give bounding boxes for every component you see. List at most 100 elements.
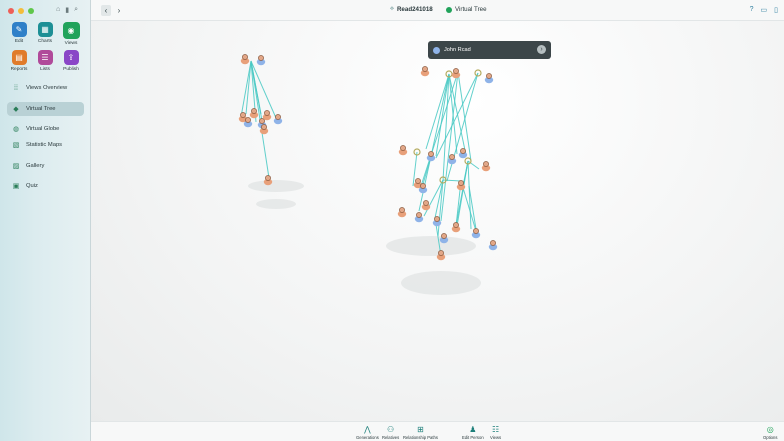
toolbar-right: ? ▭ ▯ xyxy=(750,6,778,14)
person-head-icon xyxy=(245,117,251,123)
chevron-right-icon[interactable]: › xyxy=(537,45,546,54)
help-icon[interactable]: ? xyxy=(750,6,754,14)
document-icon: ⟡ xyxy=(390,6,394,12)
window-controls xyxy=(8,8,34,14)
person-head-icon xyxy=(460,148,466,154)
person-tooltip[interactable]: John Rcad › xyxy=(428,41,551,59)
person-head-icon xyxy=(275,114,281,120)
edit-button[interactable]: ✎ Edit xyxy=(6,22,32,46)
back-button[interactable]: ‹ xyxy=(101,5,111,16)
views-toolbar-button[interactable]: ☷ Views xyxy=(490,424,501,440)
views-label: Views xyxy=(64,41,78,46)
tree-graph[interactable] xyxy=(91,21,784,421)
chevron-right-icon: › xyxy=(117,6,121,15)
relatives-button[interactable]: ⚇ Relatives xyxy=(382,424,399,440)
sidebar: ⌂ ▮ ⌕ ✎ Edit ▦ Charts ◉ Views ▤ Reports … xyxy=(0,0,91,441)
relationship-line xyxy=(240,60,252,118)
lists-label: Lists xyxy=(40,67,50,72)
reports-button[interactable]: ▤ Reports xyxy=(6,50,32,72)
options-button[interactable]: ◎ Options xyxy=(763,424,777,440)
sidebar-tools: ⌂ ▮ ⌕ xyxy=(56,6,78,14)
person-head-icon xyxy=(265,175,271,181)
person-head-icon xyxy=(453,222,459,228)
person-head-icon xyxy=(458,180,464,186)
person-head-icon xyxy=(441,233,447,239)
generations-button[interactable]: ⋀ Generations xyxy=(356,424,379,440)
person-head-icon xyxy=(423,200,429,206)
search-icon[interactable]: ⌕ xyxy=(74,6,78,14)
person-head-icon xyxy=(264,110,270,116)
sidebar-item-label: Quiz xyxy=(26,183,38,189)
eye-icon: ◉ xyxy=(62,22,80,39)
edit-person-button[interactable]: ♟ Edit Person xyxy=(462,424,484,440)
charts-button[interactable]: ▦ Charts xyxy=(32,22,58,46)
generations-label: Generations xyxy=(356,435,379,440)
photo-icon: ▨ xyxy=(12,163,20,170)
bookmark-icon[interactable]: ▮ xyxy=(65,6,69,14)
sidebar-item-label: Statistic Maps xyxy=(26,142,63,148)
views-toolbar-label: Views xyxy=(490,435,502,440)
document-title: ⟡ Read241018 xyxy=(390,6,433,13)
person-avatar-icon xyxy=(433,46,440,54)
function-buttons: ✎ Edit ▦ Charts ◉ Views ▤ Reports ☰ List… xyxy=(6,22,86,72)
virtual-tree-canvas[interactable]: John Rcad › xyxy=(91,21,784,421)
person-head-icon xyxy=(449,154,455,160)
pencil-icon: ✎ xyxy=(11,22,27,37)
sidebar-item-statistic-maps[interactable]: ▧ Statistic Maps xyxy=(7,138,84,152)
sidebar-item-virtual-globe[interactable]: ◍ Virtual Globe xyxy=(7,122,84,136)
publish-label: Publish xyxy=(63,67,79,72)
person-head-icon xyxy=(453,68,459,74)
cube-icon: ◆ xyxy=(13,106,19,113)
forward-button[interactable]: › xyxy=(114,5,124,16)
relatives-icon: ⚇ xyxy=(387,425,395,434)
tree-shadow xyxy=(401,271,481,295)
reports-icon: ▤ xyxy=(11,50,27,65)
tree-shadow xyxy=(256,199,296,209)
person-head-icon xyxy=(420,183,426,189)
lists-button[interactable]: ☰ Lists xyxy=(32,50,58,72)
globe-icon: ◍ xyxy=(12,126,20,133)
sidebar-item-views-overview[interactable]: ⁞⁞ Views Overview xyxy=(7,81,84,95)
view-title-label: Virtual Tree xyxy=(455,6,487,13)
tag-icon[interactable]: ⌂ xyxy=(56,6,60,14)
zoom-window-button[interactable] xyxy=(28,8,34,14)
sidebar-item-virtual-tree[interactable]: ◆ Virtual Tree xyxy=(7,102,84,116)
upload-icon: ⇪ xyxy=(63,50,79,65)
person-icon: ♟ xyxy=(469,425,477,434)
views-button[interactable]: ◉ Views xyxy=(58,22,84,46)
person-head-icon xyxy=(434,216,440,222)
sidebar-item-label: Views Overview xyxy=(26,85,68,91)
relationship-paths-button[interactable]: ⊞ Relationship Paths xyxy=(403,424,438,440)
minimize-window-button[interactable] xyxy=(18,8,24,14)
virtual-tree-icon xyxy=(446,6,452,13)
person-head-icon xyxy=(490,240,496,246)
inspector-toggle-icon[interactable]: ▭ xyxy=(761,6,768,14)
paths-icon: ⊞ xyxy=(417,425,424,434)
person-head-icon xyxy=(422,66,428,72)
person-head-icon xyxy=(400,145,406,151)
sidebar-item-quiz[interactable]: ▣ Quiz xyxy=(7,179,84,193)
sidebar-item-gallery[interactable]: ▨ Gallery xyxy=(7,159,84,173)
document-title-label: Read241018 xyxy=(396,6,433,13)
options-icon: ◎ xyxy=(766,425,774,434)
person-head-icon xyxy=(259,118,265,124)
sidebar-toggle-icon[interactable]: ▯ xyxy=(774,6,778,14)
toolbar: ‹ › ⟡ Read241018 Virtual Tree ? ▭ ▯ xyxy=(91,0,784,21)
edit-person-label: Edit Person xyxy=(462,435,484,440)
map-icon: ▧ xyxy=(12,142,20,149)
close-window-button[interactable] xyxy=(8,8,14,14)
sidebar-item-label: Gallery xyxy=(26,163,45,169)
edit-label: Edit xyxy=(14,39,24,44)
bottom-toolbar: ⋀ Generations ⚇ Relatives ⊞ Relationship… xyxy=(91,421,784,441)
person-head-icon xyxy=(438,250,444,256)
person-head-icon xyxy=(473,228,479,234)
tree-shadow xyxy=(248,180,304,192)
publish-button[interactable]: ⇪ Publish xyxy=(58,50,84,72)
person-head-icon xyxy=(242,54,248,60)
person-head-icon xyxy=(258,55,264,61)
relationship-paths-label: Relationship Paths xyxy=(403,435,438,440)
views-list-icon: ☷ xyxy=(491,425,500,434)
tree-shadow xyxy=(386,236,476,256)
reports-label: Reports xyxy=(10,67,28,72)
person-head-icon xyxy=(240,112,246,118)
